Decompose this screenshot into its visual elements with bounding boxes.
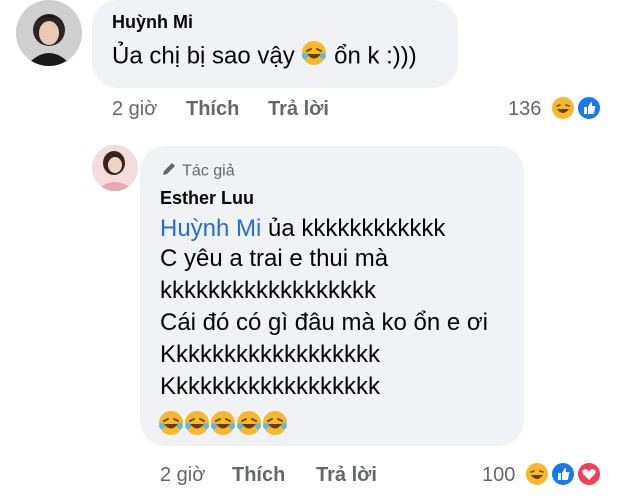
laughing-emoji-icon (184, 410, 210, 441)
reply-line-4: Cái đó có gì đâu mà ko ổn e ơi (160, 309, 488, 336)
laughing-emoji-icon (236, 410, 262, 441)
comment-time[interactable]: 2 giờ (112, 98, 157, 121)
avatar-esther-luu[interactable] (92, 145, 138, 191)
haha-reaction-icon (524, 461, 550, 487)
author-badge-label: Tác giả (182, 162, 235, 180)
reply-line-3: kkkkkkkkkkkkkkkkkk (160, 277, 376, 304)
reply-author[interactable]: Esther Luu (160, 188, 254, 209)
like-button[interactable]: Thích (186, 98, 239, 121)
emoji-row (158, 410, 288, 436)
reaction-count[interactable]: 136 (508, 98, 541, 121)
avatar-photo-icon (92, 145, 138, 191)
comment-author[interactable]: Huỳnh Mi (112, 12, 193, 33)
reply-actions: 2 giờ Thích Trả lời (160, 464, 460, 488)
reply-line-1-text: ủa kkkkkkkkkkkk (268, 215, 446, 242)
reply-time[interactable]: 2 giờ (160, 464, 205, 487)
avatar-photo-icon (16, 0, 82, 66)
reply-line-2: C yêu a trai e thui mà (160, 245, 389, 272)
like-reaction-icon (550, 461, 576, 487)
laughing-emoji-icon (158, 410, 184, 441)
comment-text-after: ổn k :))) (334, 42, 417, 70)
like-reaction-icon (576, 95, 602, 121)
reply-line-6: Kkkkkkkkkkkkkkkkkk (160, 373, 381, 400)
avatar-huynh-mi[interactable] (16, 0, 82, 66)
reply-line-5: Kkkkkkkkkkkkkkkkkk (160, 341, 381, 368)
laughing-emoji-icon (262, 410, 288, 441)
reply-bubble: Tác giả Esther Luu Huỳnh Mi ủa kkkkkkkkk… (140, 146, 524, 446)
love-reaction-icon (576, 461, 602, 487)
reaction-count[interactable]: 100 (482, 464, 515, 487)
author-badge: Tác giả (160, 160, 235, 183)
haha-reaction-icon (550, 95, 576, 121)
laughing-emoji-icon (301, 40, 327, 74)
reply-line-1: Huỳnh Mi ủa kkkkkkkkkkkk (160, 214, 445, 244)
mention-link[interactable]: Huỳnh Mi (160, 215, 261, 242)
reply-button[interactable]: Trả lời (268, 98, 329, 121)
comment-actions: 2 giờ Thích Trả lời (112, 98, 412, 122)
reply-button[interactable]: Trả lời (316, 464, 377, 487)
comment-text: Ủa chị bị sao vậy ổn k :))) (112, 40, 417, 74)
comment-bubble: Huỳnh Mi Ủa chị bị sao vậy ổn k :))) (92, 0, 458, 88)
comment-text-before: Ủa chị bị sao vậy (112, 42, 295, 70)
like-button[interactable]: Thích (232, 464, 285, 487)
pen-icon (160, 160, 178, 183)
laughing-emoji-icon (210, 410, 236, 441)
